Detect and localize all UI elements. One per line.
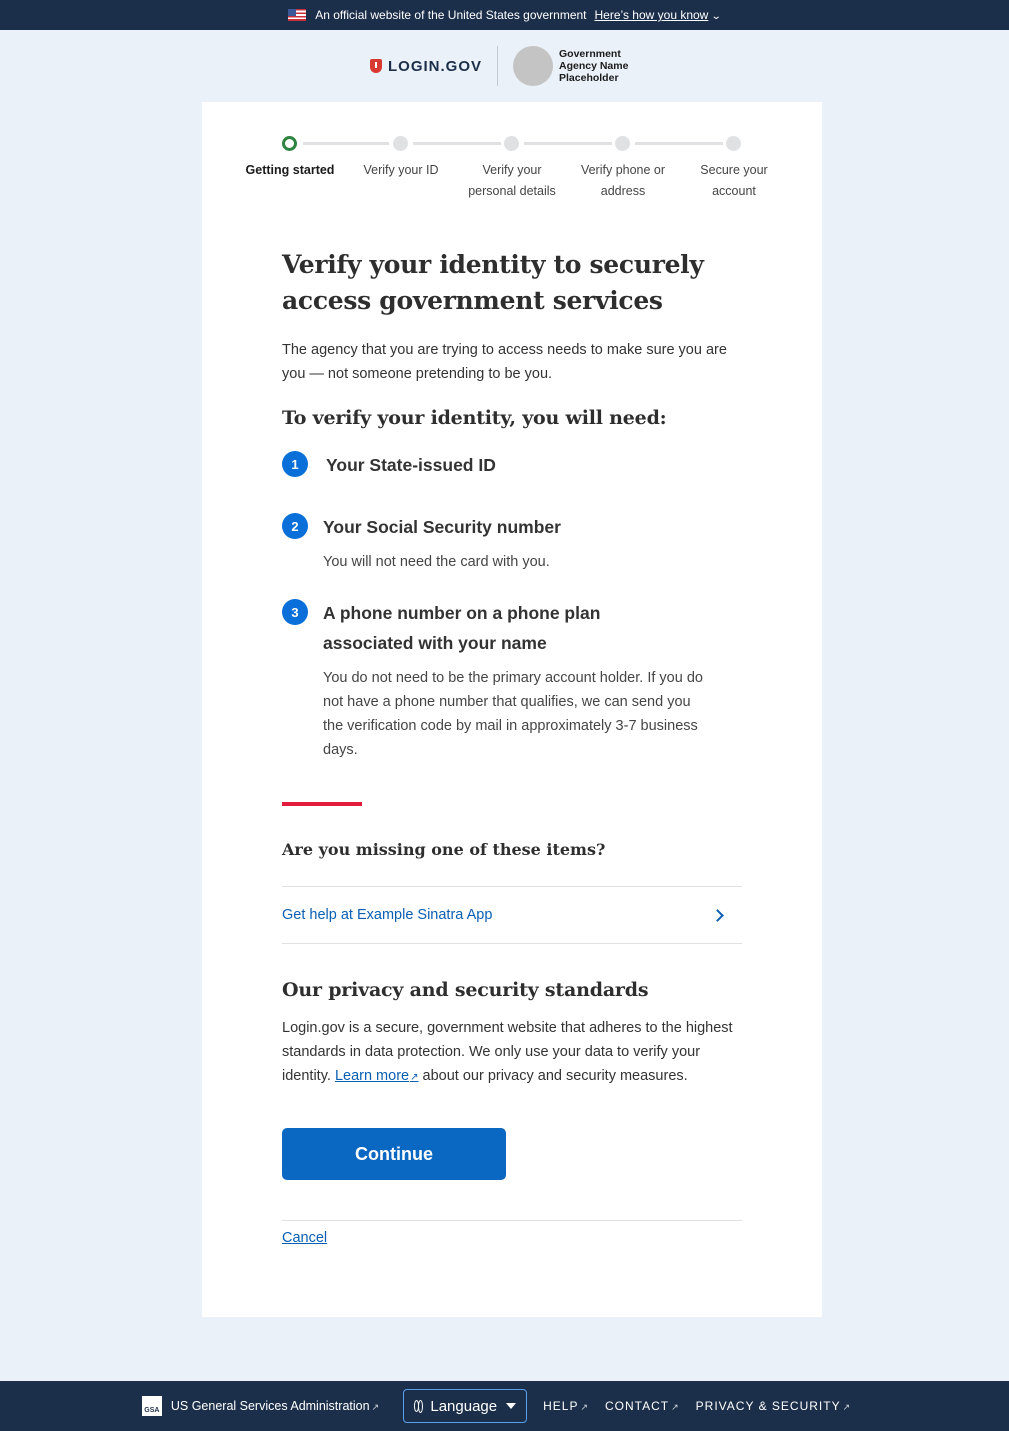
step-connector bbox=[524, 142, 612, 145]
learn-more-link[interactable]: Learn more↗ bbox=[335, 1068, 419, 1084]
caret-down-icon bbox=[506, 1403, 517, 1409]
step-label-getting-started: Getting started bbox=[245, 163, 335, 177]
agency-logo-placeholder bbox=[513, 46, 553, 86]
step-dot-getting-started bbox=[282, 136, 297, 151]
step-label-secure-account: Secure your account bbox=[700, 163, 768, 198]
gov-banner: An official website of the United States… bbox=[0, 0, 1009, 30]
privacy-paragraph: Login.gov is a secure, government websit… bbox=[282, 1016, 747, 1090]
step-dot-secure-account bbox=[726, 136, 741, 151]
step-number-badge: 1 bbox=[282, 451, 308, 477]
step-dot-personal-details bbox=[504, 136, 519, 151]
external-link-icon: ↗ bbox=[580, 1402, 590, 1412]
requirements-heading: To verify your identity, you will need: bbox=[282, 407, 667, 429]
us-flag-icon bbox=[288, 9, 307, 21]
step-label-personal-details: Verify your personal details bbox=[468, 163, 556, 198]
external-link-icon: ↗ bbox=[671, 1402, 680, 1412]
step-dot-phone-address bbox=[615, 136, 630, 151]
help-link-row[interactable]: Get help at Example Sinatra App bbox=[282, 886, 742, 944]
footer-help-label: HELP bbox=[543, 1399, 579, 1413]
chevron-down-icon: ⌄ bbox=[711, 11, 723, 22]
lead-paragraph: The agency that you are trying to access… bbox=[282, 342, 727, 382]
page-title: Verify your identity to securely access … bbox=[282, 250, 704, 315]
banner-how-you-know-link[interactable]: Here’s how you know ⌄ bbox=[594, 8, 723, 22]
agency-name: Government Agency Name Placeholder bbox=[559, 48, 629, 84]
step-label-phone-address: Verify phone or address bbox=[580, 163, 666, 198]
cancel-link[interactable]: Cancel bbox=[282, 1230, 327, 1246]
language-label: Language bbox=[430, 1397, 498, 1415]
requirement-description: You do not need to be the primary accoun… bbox=[323, 670, 703, 758]
gsa-link[interactable]: US General Services Administration ↗ bbox=[171, 1399, 379, 1413]
step-connector bbox=[635, 142, 723, 145]
footer-privacy-link[interactable]: PRIVACY & SECURITY ↗ bbox=[696, 1399, 851, 1413]
globe-icon bbox=[414, 1400, 424, 1413]
step-connector bbox=[303, 142, 389, 145]
main-card: Getting started Verify your ID Verify yo… bbox=[202, 102, 822, 1317]
language-button[interactable]: Language bbox=[403, 1389, 528, 1423]
requirement-title: Your Social Security number bbox=[323, 517, 561, 537]
chevron-right-icon bbox=[711, 908, 724, 922]
banner-link-label: Here’s how you know bbox=[594, 8, 709, 22]
cancel-divider bbox=[282, 1220, 742, 1221]
header: LOGIN.GOV Government Agency Name Placeho… bbox=[0, 30, 1009, 102]
step-number-badge: 2 bbox=[282, 513, 308, 539]
gsa-logo: GSA bbox=[141, 1396, 162, 1416]
requirement-title: A phone number on a phone plan associate… bbox=[323, 603, 601, 653]
step-connector bbox=[413, 142, 501, 145]
step-number-badge: 3 bbox=[282, 599, 308, 625]
external-link-icon: ↗ bbox=[842, 1402, 852, 1412]
footer-privacy-label: PRIVACY & SECURITY bbox=[695, 1399, 841, 1413]
gsa-label: US General Services Administration bbox=[170, 1399, 370, 1413]
footer-contact-link[interactable]: CONTACT ↗ bbox=[605, 1399, 680, 1413]
banner-text: An official website of the United States… bbox=[315, 8, 587, 22]
privacy-heading: Our privacy and security standards bbox=[282, 979, 649, 1001]
privacy-text-after: about our privacy and security measures. bbox=[422, 1068, 688, 1084]
accent-rule bbox=[282, 802, 362, 806]
missing-items-heading: Are you missing one of these items? bbox=[282, 840, 606, 859]
header-divider bbox=[497, 46, 498, 86]
footer-contact-label: CONTACT bbox=[605, 1399, 670, 1413]
login-gov-logo: LOGIN.GOV bbox=[369, 57, 482, 75]
requirement-description: You will not need the card with you. bbox=[323, 554, 550, 570]
requirement-title: Your State-issued ID bbox=[326, 455, 496, 475]
help-link[interactable]: Get help at Example Sinatra App bbox=[282, 907, 492, 923]
external-link-icon: ↗ bbox=[371, 1402, 380, 1412]
footer: GSA US General Services Administration ↗ … bbox=[0, 1381, 1009, 1431]
learn-more-label: Learn more bbox=[334, 1068, 410, 1084]
external-link-icon: ↗ bbox=[410, 1072, 419, 1083]
step-label-verify-id: Verify your ID bbox=[363, 163, 439, 177]
shield-icon bbox=[369, 59, 382, 73]
continue-button[interactable]: Continue bbox=[282, 1128, 506, 1180]
step-dot-verify-id bbox=[393, 136, 408, 151]
logo-text: LOGIN.GOV bbox=[387, 57, 482, 75]
footer-help-link[interactable]: HELP ↗ bbox=[543, 1399, 589, 1413]
step-indicator: Getting started Verify your ID Verify yo… bbox=[235, 134, 790, 214]
